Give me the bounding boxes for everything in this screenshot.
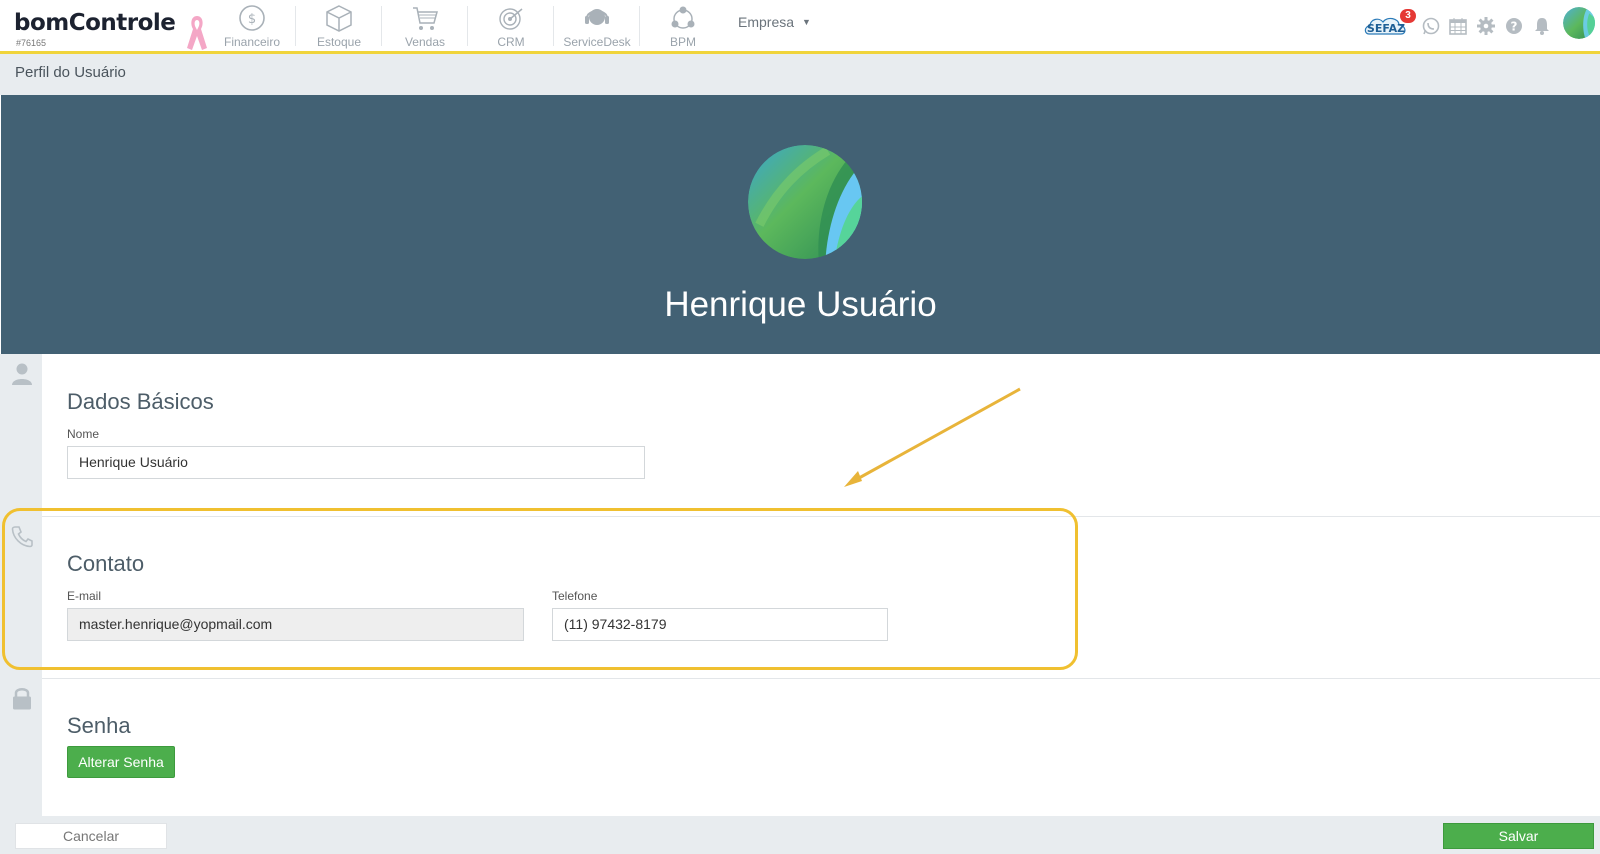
page-header: Perfil do Usuário xyxy=(0,54,1600,95)
target-icon xyxy=(499,8,523,30)
cancel-button[interactable]: Cancelar xyxy=(15,823,167,849)
nav-module-label: Estoque xyxy=(316,35,362,49)
caret-down-icon: ▼ xyxy=(802,17,811,27)
nav-module-label: BPM xyxy=(669,35,696,49)
nav-module-label: CRM xyxy=(497,35,525,49)
headset-icon xyxy=(585,9,609,25)
nav-divider xyxy=(381,6,382,46)
section-title-password: Senha xyxy=(67,713,131,738)
nav-module-bpm[interactable]: BPM xyxy=(641,4,725,49)
profile-hero: Henrique Usuário xyxy=(1,95,1600,354)
nav-divider xyxy=(295,6,296,46)
whatsapp-icon[interactable] xyxy=(1421,16,1441,36)
annotation-highlight-box xyxy=(2,508,1078,670)
footer-bar: Cancelar Salvar xyxy=(0,816,1600,854)
workflow-icon xyxy=(671,6,695,29)
section-divider xyxy=(42,678,1600,679)
name-input[interactable]: Henrique Usuário xyxy=(67,446,645,479)
app-logo[interactable]: bomControle #76165 xyxy=(14,10,176,48)
sefaz-label: SEFAZ xyxy=(1367,22,1405,35)
nav-module-vendas[interactable]: Vendas xyxy=(383,4,467,49)
calendar-icon[interactable] xyxy=(1448,16,1468,36)
box-icon xyxy=(326,5,352,32)
bell-icon[interactable] xyxy=(1532,16,1552,36)
company-selector[interactable]: Empresa ▼ xyxy=(738,14,811,30)
annotation-arrow-icon xyxy=(844,387,1021,487)
profile-avatar[interactable] xyxy=(748,145,862,259)
profile-display-name: Henrique Usuário xyxy=(664,285,937,324)
cart-icon xyxy=(413,7,438,30)
lock-icon xyxy=(13,688,31,710)
svg-text:?: ? xyxy=(1511,20,1518,34)
globe-avatar-icon xyxy=(748,145,862,259)
pink-ribbon-icon xyxy=(187,16,207,50)
name-label: Nome xyxy=(67,427,100,441)
save-button[interactable]: Salvar xyxy=(1443,823,1594,849)
user-icon xyxy=(12,363,32,385)
nav-module-label: ServiceDesk xyxy=(563,35,631,49)
nav-module-label: Financeiro xyxy=(223,35,281,49)
nav-module-label: Vendas xyxy=(404,35,446,49)
nav-divider xyxy=(639,6,640,46)
nav-module-crm[interactable]: CRM xyxy=(469,4,553,49)
logo-text: bomControle xyxy=(14,10,176,36)
account-id: #76165 xyxy=(16,38,47,48)
notification-badge: 3 xyxy=(1400,9,1416,23)
nav-module-estoque[interactable]: Estoque xyxy=(297,4,381,49)
user-avatar[interactable] xyxy=(1563,7,1595,39)
gear-icon[interactable] xyxy=(1476,16,1496,36)
nav-module-financeiro[interactable]: $ Financeiro xyxy=(210,4,294,49)
dollar-coin-icon: $ xyxy=(239,5,265,31)
top-navbar: bomControle #76165 $ Financeiro Estoque … xyxy=(0,0,1600,54)
company-selector-label: Empresa xyxy=(738,14,795,30)
svg-text:$: $ xyxy=(248,12,256,27)
nav-module-servicedesk[interactable]: ServiceDesk xyxy=(555,4,639,49)
page-title: Perfil do Usuário xyxy=(15,64,126,81)
change-password-button[interactable]: Alterar Senha xyxy=(67,746,175,778)
nav-divider xyxy=(553,6,554,46)
section-title-basic: Dados Básicos xyxy=(67,389,214,414)
globe-avatar-icon xyxy=(1563,7,1595,39)
help-icon[interactable]: ? xyxy=(1504,16,1524,36)
nav-divider xyxy=(467,6,468,46)
